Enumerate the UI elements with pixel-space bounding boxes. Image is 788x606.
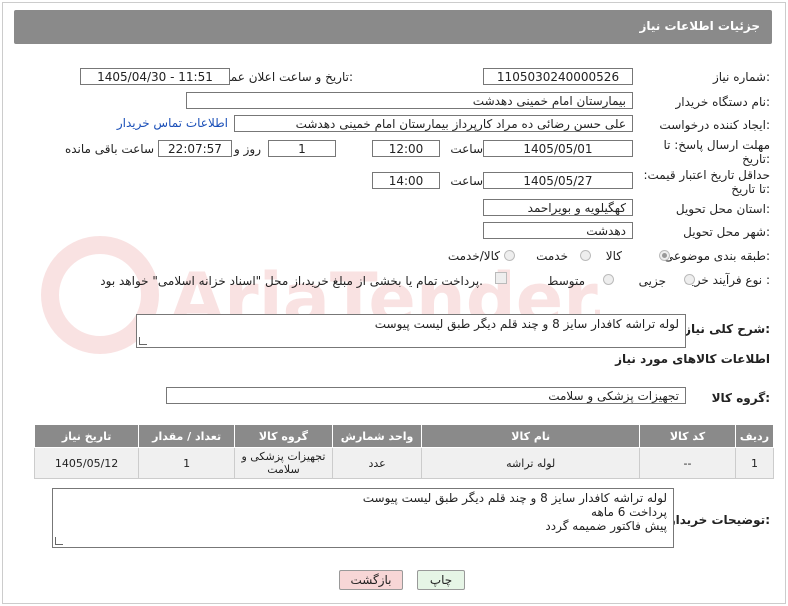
remaining-label: ساعت باقی مانده	[64, 142, 154, 156]
process-label: نوع فرآیند خرید :	[685, 273, 770, 287]
col-code: کد کالا	[639, 424, 736, 448]
creator-label: ایجاد کننده درخواست:	[659, 118, 770, 132]
description-textarea[interactable]: لوله تراشه کافدار سایز 8 و چند قلم دیگر …	[136, 314, 686, 348]
days-field: 1	[268, 140, 336, 157]
city-label: شهر محل تحویل:	[683, 225, 770, 239]
goods-group-field: تجهیزات پزشکی و سلامت	[166, 387, 686, 404]
process-option-minor: جزیی	[638, 274, 666, 288]
need-number-label: شماره نیاز:	[712, 70, 770, 84]
creator-field: علی حسن رضائی ده مراد کارپرداز بیمارستان…	[234, 115, 633, 132]
buyer-org-field: بیمارستان امام خمینی دهدشت	[186, 92, 633, 109]
page-header: جزئیات اطلاعات نیاز	[14, 10, 772, 44]
cell-code: --	[639, 447, 736, 479]
page-title: جزئیات اطلاعات نیاز	[639, 19, 760, 33]
goods-group-label: گروه کالا:	[711, 391, 770, 405]
need-number-field: 1105030240000526	[483, 68, 633, 85]
goods-section-title: اطلاعات کالاهای مورد نیاز	[615, 352, 770, 366]
table-row: 1 -- لوله تراشه عدد تجهیزات پزشکی و سلام…	[33, 447, 775, 479]
cell-name: لوله تراشه	[421, 447, 641, 479]
buyer-notes-textarea[interactable]: لوله تراشه کافدار سایز 8 و چند قلم دیگر …	[52, 488, 674, 548]
col-qty: تعداد / مقدار	[138, 424, 235, 448]
deadline-time-field: 12:00	[372, 140, 440, 157]
col-date: تاریخ نیاز	[33, 424, 140, 448]
category-option-service: خدمت	[536, 249, 568, 263]
buyer-note-line: پیش فاکتور ضمیمه گردد	[545, 519, 667, 533]
cell-unit: عدد	[331, 447, 423, 479]
category-radio-service[interactable]	[580, 250, 591, 261]
days-label: روز و	[234, 142, 261, 156]
category-radio-both[interactable]	[504, 250, 515, 261]
cell-row: 1	[734, 447, 775, 479]
print-button[interactable]: چاپ	[417, 570, 465, 590]
payment-note: پرداخت تمام یا بخشی از مبلغ خرید،از محل …	[100, 274, 483, 288]
cell-qty: 1	[138, 447, 235, 479]
category-label: طبقه بندی موضوعی:	[663, 249, 770, 263]
buyer-note-line: لوله تراشه کافدار سایز 8 و چند قلم دیگر …	[362, 491, 667, 505]
col-unit: واحد شمارش	[331, 424, 423, 448]
description-text: لوله تراشه کافدار سایز 8 و چند قلم دیگر …	[374, 317, 679, 331]
buyer-notes-label: توضیحات خریدار:	[668, 513, 770, 527]
category-option-both: کالا/خدمت	[447, 249, 500, 263]
price-time-label: ساعت	[450, 174, 483, 188]
buyer-note-line: پرداخت 6 ماهه	[591, 505, 667, 519]
price-validity-label: حداقل تاریخ اعتبار قیمت: تا تاریخ:	[643, 168, 770, 196]
description-label: شرح کلی نیاز:	[684, 322, 770, 336]
col-group: گروه کالا	[234, 424, 333, 448]
announce-field: 1405/04/30 - 11:51	[80, 68, 230, 85]
province-field: کهگیلویه و بویراحمد	[483, 199, 633, 216]
province-label: استان محل تحویل:	[675, 202, 770, 216]
cell-date: 1405/05/12	[33, 447, 140, 479]
buyer-org-label: نام دستگاه خریدار:	[675, 95, 771, 109]
process-option-medium: متوسط	[547, 274, 585, 288]
table-header-row: ردیف کد کالا نام کالا واحد شمارش گروه کا…	[33, 424, 775, 448]
deadline-label: مهلت ارسال پاسخ: تا تاریخ:	[663, 138, 770, 166]
cell-group: تجهیزات پزشکی و سلامت	[234, 447, 333, 479]
deadline-date-field: 1405/05/01	[483, 140, 633, 157]
price-date-field: 1405/05/27	[483, 172, 633, 189]
col-row: ردیف	[734, 424, 775, 448]
contact-info-link[interactable]: اطلاعات تماس خریدار	[117, 116, 228, 130]
items-table: ردیف کد کالا نام کالا واحد شمارش گروه کا…	[33, 424, 775, 479]
remaining-time-field: 22:07:57	[158, 140, 232, 157]
price-time-field: 14:00	[372, 172, 440, 189]
process-radio-medium[interactable]	[603, 274, 614, 285]
category-radio-goods[interactable]	[659, 250, 670, 261]
process-radio-minor[interactable]	[684, 274, 695, 285]
category-option-goods: کالا	[605, 249, 622, 263]
deadline-time-label: ساعت	[450, 142, 483, 156]
city-field: دهدشت	[483, 222, 633, 239]
treasury-payment-checkbox[interactable]	[495, 272, 507, 284]
col-name: نام کالا	[421, 424, 641, 448]
back-button[interactable]: بازگشت	[339, 570, 403, 590]
